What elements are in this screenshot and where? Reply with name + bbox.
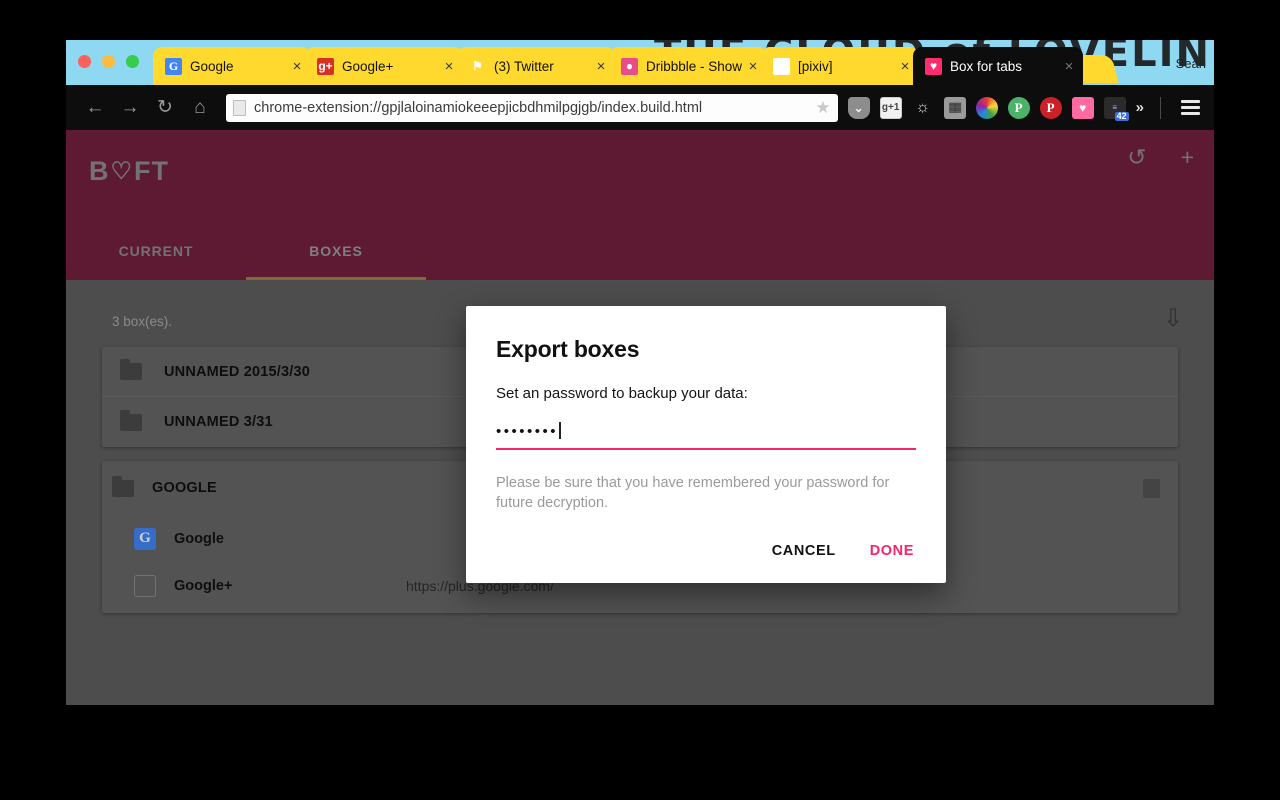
browser-tab-strip: THE CLOUD of LOVELINE G Google × g+ Goog… <box>66 40 1214 85</box>
browser-tab-dribbble[interactable]: ● Dribbble - Show × <box>609 47 767 85</box>
tab-title: [pixiv] <box>798 58 833 74</box>
tab-title: Box for tabs <box>950 58 1023 74</box>
counter-extension-icon[interactable]: ≡ 42 <box>1103 96 1129 121</box>
profile-name[interactable]: Sean <box>1176 56 1206 71</box>
password-masked-value: •••••••• <box>496 423 559 440</box>
dialog-actions: CANCEL DONE <box>496 543 916 565</box>
pushbullet-extension-icon[interactable]: P <box>1007 96 1030 119</box>
close-tab-icon[interactable]: × <box>745 59 761 74</box>
pinterest-extension-icon[interactable]: P <box>1039 96 1062 119</box>
google-plus-one-extension-icon[interactable]: g+1 <box>879 96 902 119</box>
cancel-button[interactable]: CANCEL <box>772 543 836 559</box>
tab-title: Dribbble - Show <box>646 58 743 74</box>
browser-toolbar: ← → ↻ ⌂ chrome-extension://gpjlaloinamio… <box>66 85 1214 130</box>
google-favicon: G <box>165 57 182 75</box>
browser-tab-google-plus[interactable]: g+ Google+ × <box>305 47 463 85</box>
tab-title: Google <box>190 58 234 74</box>
back-icon[interactable]: ← <box>80 93 110 123</box>
box-for-tabs-extension-icon[interactable]: ♥ <box>1071 96 1094 119</box>
browser-tab-box-for-tabs[interactable]: ♥ Box for tabs × <box>913 47 1083 85</box>
browser-tab-pixiv[interactable]: P [pixiv] × <box>761 47 919 85</box>
maximize-window-button[interactable] <box>126 55 139 68</box>
close-tab-icon[interactable]: × <box>441 59 457 74</box>
page-document-icon <box>233 99 246 116</box>
twitter-favicon: ⚑ <box>472 59 483 73</box>
forward-icon[interactable]: → <box>115 93 145 123</box>
address-bar-url: chrome-extension://gpjlaloinamiokeeepjic… <box>254 99 703 116</box>
dialog-label: Set an password to backup your data: <box>496 385 748 402</box>
notifications-bell-icon[interactable]: ☼ <box>912 97 934 119</box>
browser-window: THE CLOUD of LOVELINE G Google × g+ Goog… <box>66 40 1214 705</box>
color-wheel-extension-icon[interactable] <box>975 96 998 119</box>
pixiv-favicon: P <box>773 57 790 75</box>
brick-wall-extension-icon[interactable]: ▓▓ <box>943 96 966 119</box>
overflow-chevrons-icon[interactable]: » <box>1136 99 1144 116</box>
browser-tab-google[interactable]: G Google × <box>153 47 311 85</box>
password-input[interactable]: •••••••• <box>496 422 916 450</box>
chrome-menu-icon[interactable] <box>1177 100 1204 115</box>
toolbar-divider <box>1160 96 1161 119</box>
bookmark-star-icon[interactable]: ★ <box>815 98 830 118</box>
dribbble-favicon: ● <box>621 57 638 75</box>
extension-icons: ⌄ g+1 ☼ ▓▓ P P ♥ ≡ 42 » <box>847 96 1208 121</box>
reload-icon[interactable]: ↻ <box>150 93 180 123</box>
home-icon[interactable]: ⌂ <box>185 93 215 123</box>
counter-badge: 42 <box>1114 110 1129 121</box>
box-for-tabs-favicon: ♥ <box>925 57 942 75</box>
browser-tab-twitter[interactable]: ⚑ (3) Twitter × <box>457 47 615 85</box>
close-tab-icon[interactable]: × <box>897 59 913 74</box>
dialog-helper-text: Please be sure that you have remembered … <box>496 475 890 511</box>
address-bar[interactable]: chrome-extension://gpjlaloinamiokeeepjic… <box>226 93 838 122</box>
export-boxes-dialog: Export boxes Set an password to backup y… <box>466 306 946 584</box>
tab-title: (3) Twitter <box>494 58 554 74</box>
browser-tabs: G Google × g+ Google+ × ⚑ (3) Twitter × … <box>153 47 1123 85</box>
gplus-favicon: g+ <box>317 57 334 75</box>
window-controls <box>78 55 139 68</box>
text-caret <box>559 422 561 439</box>
close-window-button[interactable] <box>78 55 91 68</box>
close-tab-icon[interactable]: × <box>289 59 305 74</box>
close-tab-icon[interactable]: × <box>1061 59 1077 74</box>
dialog-title: Export boxes <box>496 336 640 362</box>
done-button[interactable]: DONE <box>870 543 914 559</box>
close-tab-icon[interactable]: × <box>593 59 609 74</box>
minimize-window-button[interactable] <box>102 55 115 68</box>
tab-title: Google+ <box>342 58 394 74</box>
pocket-extension-icon[interactable]: ⌄ <box>847 96 870 119</box>
